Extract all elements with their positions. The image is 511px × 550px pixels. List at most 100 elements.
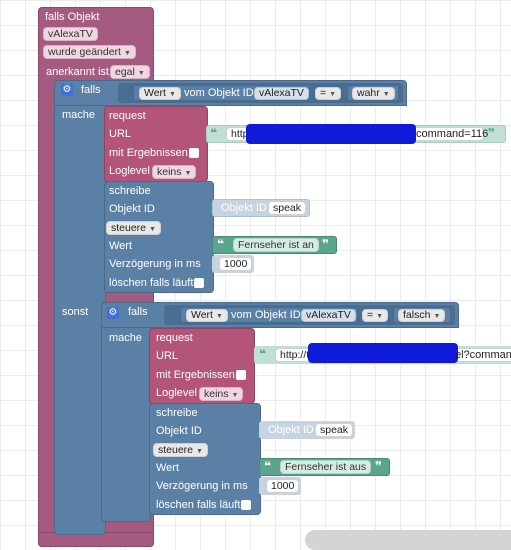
event-trigger-value: wurde geändert [48,46,121,58]
results-checkbox-2[interactable] [236,370,246,380]
loglevel-value: keins [157,166,182,178]
mode-dropdown-2[interactable]: steuere ▼ [153,443,208,457]
dropdown-caret-icon: ▼ [184,170,192,177]
url-label-2: URL [156,350,179,362]
write-title-2: schreibe [156,407,198,419]
dropdown-caret-icon: ▼ [433,313,441,320]
do-label-2: mache [109,332,143,344]
quote-icon: ❞ [488,126,496,140]
dropdown-caret-icon: ▼ [196,448,203,455]
value-text-field-2[interactable]: Fernseher ist aus [280,460,372,474]
ack-label: anerkannt ist [46,66,109,78]
cond-object-id-field-2[interactable]: vAlexaTV [301,309,356,322]
dropdown-caret-icon: ▼ [382,91,390,98]
object-id-value-2: speak [320,424,349,436]
value-select-dropdown[interactable]: Wert ▼ [139,87,181,100]
url-value-end: command=116 [416,128,489,140]
ack-dropdown[interactable]: egal ▼ [110,65,150,79]
loglevel-label-2: Loglevel [156,387,197,399]
results-checkbox[interactable] [189,148,199,158]
dropdown-caret-icon: ▼ [215,313,223,320]
loglevel-label: Loglevel [109,165,150,177]
dropdown-caret-icon: ▼ [329,91,337,98]
mode-value: steuere [111,222,147,234]
delay-field[interactable]: 1000 [219,257,253,271]
horizontal-scrollbar[interactable] [305,530,511,550]
ack-value: egal [115,66,135,78]
dropdown-caret-icon: ▼ [149,226,156,233]
clear-label: löschen falls läuft [109,277,194,289]
gear-icon[interactable]: ⚙ [61,84,73,96]
event-object-id: vAlexaTV [48,28,93,40]
event-title: falls Objekt [45,11,100,23]
request-title-2: request [156,332,193,344]
operator-value-2: = [367,309,374,321]
quote-icon: ❝ [259,347,267,361]
object-id-field[interactable]: speak [268,201,307,215]
bool-value: wahr [357,87,380,99]
request-title: request [109,110,146,122]
bool-dropdown-2[interactable]: falsch ▼ [398,309,446,322]
dropdown-caret-icon: ▼ [168,91,176,98]
value-text-2: Fernseher ist aus [285,461,367,473]
if-label: falls [81,84,101,96]
dropdown-caret-icon: ▼ [123,50,131,57]
do-label-1: mache [62,109,96,121]
redaction-mark [246,124,416,144]
url-value-start-2: http://t [280,349,310,361]
value-select-dropdown-2[interactable]: Wert ▼ [186,309,228,322]
delay-value-2: 1000 [271,480,295,492]
mode-dropdown[interactable]: steuere ▼ [106,221,161,235]
dropdown-caret-icon: ▼ [137,70,145,77]
url-label: URL [109,128,132,140]
loglevel-dropdown-2[interactable]: keins ▼ [199,387,244,401]
delay-label-2: Verzögerung in ms [156,480,248,492]
results-label: mit Ergebnissen [109,147,188,159]
url-value-end-2: el?command [455,349,511,361]
object-inline-label: Objekt ID [221,202,267,214]
dropdown-caret-icon: ▼ [376,313,384,320]
bool-value-2: falsch [403,309,431,321]
quote-icon: ❞ [375,459,383,473]
object-id-field-2[interactable]: speak [315,423,354,437]
value-label-2: Wert [156,462,180,474]
cond-object-id-2: vAlexaTV [306,309,351,321]
if-label-2: falls [128,306,148,318]
operator-value: = [320,87,327,99]
clear-checkbox-2[interactable] [241,500,251,510]
results-label-2: mit Ergebnissen [156,369,235,381]
from-object-label: vom Objekt ID [184,87,254,99]
gear-icon[interactable]: ⚙ [107,307,119,319]
redaction-mark [308,343,458,363]
cond-object-id-field[interactable]: vAlexaTV [254,87,309,100]
quote-icon: ❞ [322,237,330,251]
cond-object-id: vAlexaTV [259,87,304,99]
value-label: Wert [109,240,133,252]
loglevel-dropdown[interactable]: keins ▼ [152,165,197,179]
operator-dropdown[interactable]: = ▼ [315,87,342,100]
bool-dropdown[interactable]: wahr ▼ [352,87,395,100]
mode-value-2: steuere [158,444,194,456]
event-object-id-field[interactable]: vAlexaTV [43,27,98,41]
delay-label: Verzögerung in ms [109,258,201,270]
clear-checkbox[interactable] [194,278,204,288]
object-inline-label-2: Objekt ID [268,424,314,436]
delay-field-2[interactable]: 1000 [266,479,300,493]
value-select-2: Wert [191,309,213,321]
value-text-field[interactable]: Fernseher ist an [233,238,319,252]
value-select: Wert [144,87,166,99]
object-label: Objekt ID [109,203,155,215]
write-title: schreibe [109,185,151,197]
quote-icon: ❝ [217,237,225,251]
from-object-label-2: vom Objekt ID [231,309,301,321]
loglevel-value-2: keins [204,388,229,400]
operator-dropdown-2[interactable]: = ▼ [362,309,389,322]
value-text: Fernseher ist an [238,239,314,251]
dropdown-caret-icon: ▼ [231,392,239,399]
event-trigger-dropdown[interactable]: wurde geändert ▼ [43,45,136,59]
clear-label-2: löschen falls läuft [156,499,241,511]
quote-icon: ❝ [264,459,272,473]
object-label-2: Objekt ID [156,425,202,437]
object-id-value: speak [273,202,302,214]
delay-value: 1000 [224,258,248,270]
